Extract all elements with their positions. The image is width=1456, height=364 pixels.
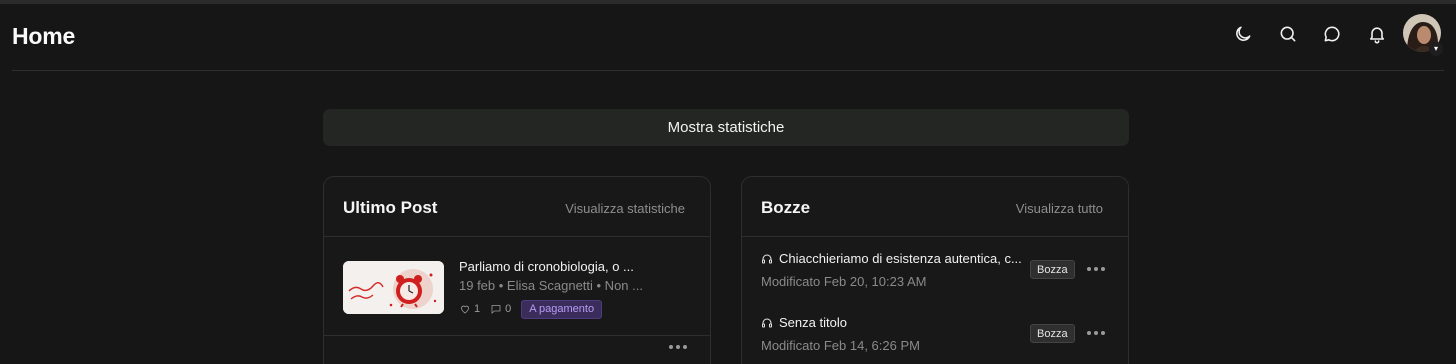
card-header: Bozze Visualizza tutto (742, 177, 1128, 237)
headphones-icon (762, 318, 772, 327)
post-thumbnail[interactable] (343, 261, 444, 314)
draft-more-icon[interactable] (1087, 266, 1105, 272)
comment-icon (491, 305, 501, 314)
draft-badge: Bozza (1030, 324, 1075, 343)
post-item[interactable]: Parliamo di cronobiologia, o ... 19 feb … (324, 237, 710, 349)
draft-modified: Modificato Feb 14, 6:26 PM (761, 338, 920, 353)
moon-icon[interactable] (1231, 22, 1255, 46)
view-stats-link[interactable]: Visualizza statistiche (565, 201, 685, 216)
avatar-menu-caret[interactable]: ▾ (1429, 42, 1443, 56)
chat-icon[interactable] (1320, 22, 1344, 46)
card-header: Ultimo Post Visualizza statistiche (324, 177, 710, 237)
heart-icon (461, 305, 469, 314)
page-title: Home (12, 23, 76, 49)
paid-badge: A pagamento (521, 299, 603, 319)
draft-title[interactable]: Senza titolo (761, 315, 847, 330)
card-title: Ultimo Post (343, 198, 438, 217)
draft-more-icon[interactable] (1087, 330, 1105, 336)
draft-title-text: Senza titolo (779, 315, 847, 330)
likes-stat: 1 (459, 303, 480, 315)
header-divider (12, 70, 1444, 71)
post-meta: 19 feb • Elisa Scagnetti • Non ... (459, 278, 643, 293)
draft-item[interactable]: Senza titolo Modificato Feb 14, 6:26 PM … (742, 301, 1128, 364)
bell-icon[interactable] (1365, 22, 1389, 46)
post-stats: 1 0 A pagamento (459, 299, 603, 319)
post-more-icon[interactable] (669, 344, 687, 350)
chevron-down-icon: ▾ (1433, 44, 1438, 53)
search-icon[interactable] (1276, 22, 1300, 46)
drafts-card: Bozze Visualizza tutto Chiacchieriamo di… (741, 176, 1129, 364)
likes-count: 1 (474, 303, 481, 315)
draft-badge: Bozza (1030, 260, 1075, 279)
comments-count: 0 (505, 303, 512, 315)
draft-item[interactable]: Chiacchieriamo di esistenza autentica, c… (742, 237, 1128, 301)
card-title: Bozze (761, 198, 811, 217)
draft-modified: Modificato Feb 20, 10:23 AM (761, 274, 927, 289)
draft-title[interactable]: Chiacchieriamo di esistenza autentica, c… (761, 251, 1022, 266)
view-all-link[interactable]: Visualizza tutto (1016, 201, 1103, 216)
latest-post-card: Ultimo Post Visualizza statistiche Parli… (323, 176, 711, 364)
headphones-icon (762, 254, 772, 263)
post-title[interactable]: Parliamo di cronobiologia, o ... (459, 259, 634, 274)
draft-title-text: Chiacchieriamo di esistenza autentica, c… (779, 251, 1022, 266)
comments-stat: 0 (490, 303, 511, 315)
show-stats-button[interactable]: Mostra statistiche (323, 109, 1129, 146)
